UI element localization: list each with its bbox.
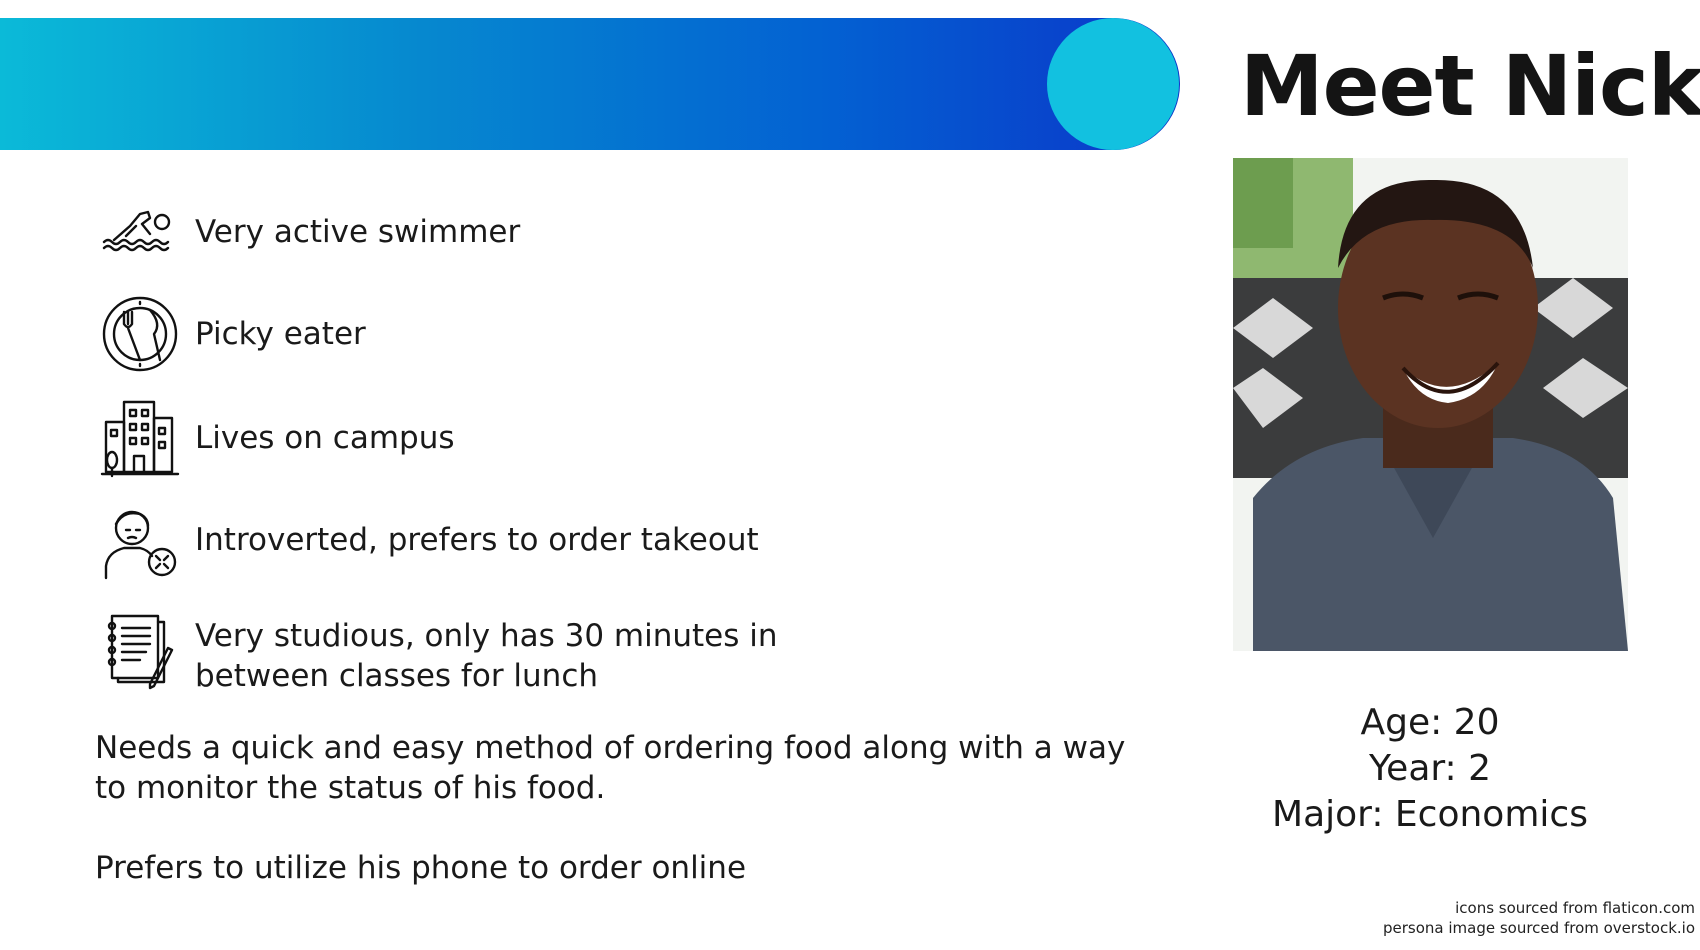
age-text: Age: 20 xyxy=(1360,702,1500,743)
introvert-person-icon xyxy=(100,500,180,580)
trait-label: Very studious, only has 30 minutes in be… xyxy=(195,616,778,696)
image-credit: persona image sourced from overstock.io xyxy=(1382,919,1695,937)
needs-statement: Needs a quick and easy method of orderin… xyxy=(95,728,1135,808)
major-text: Major: Economics xyxy=(1272,794,1588,835)
trait-list: Very active swimmer Picky eater Lives on… xyxy=(100,0,1100,700)
preference-statement: Prefers to utilize his phone to order on… xyxy=(95,850,747,886)
campus-buildings-icon xyxy=(100,398,180,478)
icon-credit: icons sourced from flaticon.com xyxy=(1455,899,1695,917)
trait-label: Very active swimmer xyxy=(195,214,521,250)
trait-label-line: Very studious, only has 30 minutes in xyxy=(195,618,778,654)
persona-details: Age: 20 Year: 2 Major: Economics xyxy=(1230,700,1630,838)
trait-label-line: between classes for lunch xyxy=(195,658,599,694)
trait-label: Introverted, prefers to order takeout xyxy=(195,522,759,558)
persona-photo xyxy=(1233,158,1628,651)
plate-cutlery-icon xyxy=(100,294,180,374)
notebook-pencil-icon xyxy=(100,610,180,690)
needs-line: to monitor the status of his food. xyxy=(95,770,606,806)
trait-label: Lives on campus xyxy=(195,420,455,456)
credits: icons sourced from flaticon.com persona … xyxy=(1383,898,1695,938)
year-text: Year: 2 xyxy=(1368,748,1492,789)
trait-label: Picky eater xyxy=(195,316,366,352)
swimmer-icon xyxy=(100,192,180,272)
page-title: Meet Nick! xyxy=(1240,37,1700,135)
needs-line: Needs a quick and easy method of orderin… xyxy=(95,730,1126,766)
